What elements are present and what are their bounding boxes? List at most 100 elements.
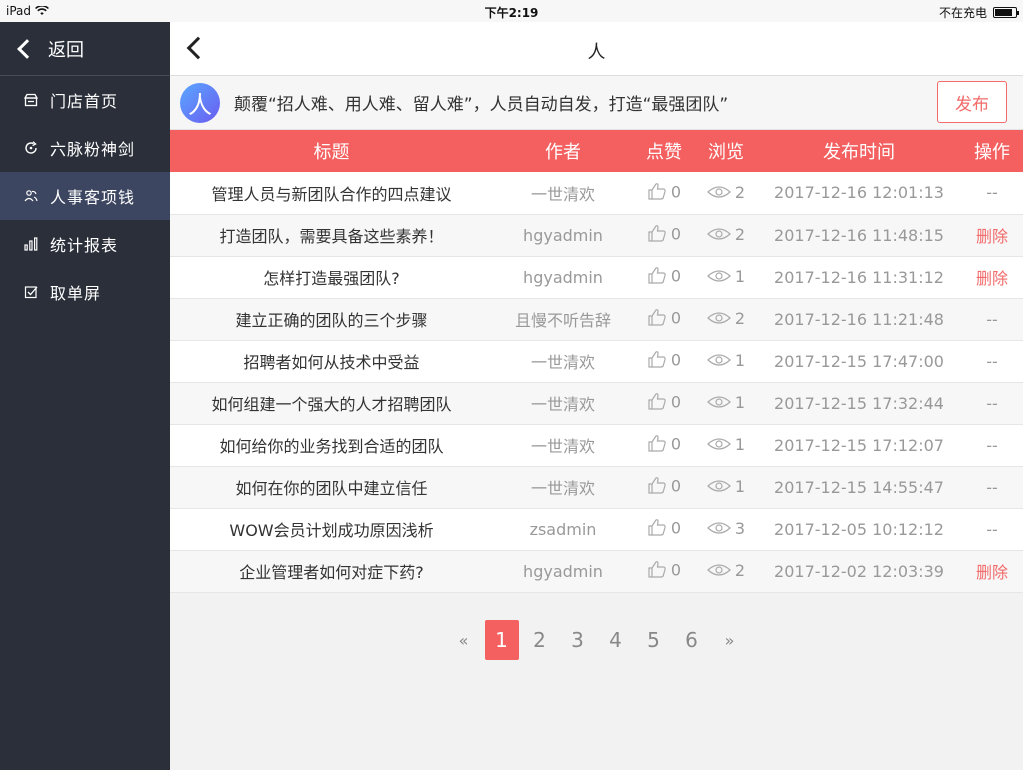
charging-status: 不在充电 xyxy=(938,6,987,20)
view-count: 1 xyxy=(734,393,746,412)
row-likes[interactable]: 0 xyxy=(633,298,695,341)
row-title[interactable]: 如何给你的业务找到合适的团队 xyxy=(170,424,493,467)
like-count: 0 xyxy=(670,434,682,454)
sidebar-item-hr[interactable]: 人事客项钱 xyxy=(0,172,170,220)
table-row[interactable]: 管理人员与新团队合作的四点建议 一世清欢 0 2 2017-12-16 12:01:13… xyxy=(170,172,1023,215)
row-date: 2017-12-15 14:55:47 xyxy=(757,466,961,509)
table-row[interactable]: 建立正确的团队的三个步骤 且慢不听告辞 0 2 2017-12-16 11:21:48-… xyxy=(170,298,1023,341)
row-operation[interactable]: 删除 xyxy=(961,550,1023,593)
row-date: 2017-12-15 17:47:00 xyxy=(757,340,961,383)
row-likes[interactable]: 0 xyxy=(633,256,695,299)
row-likes[interactable]: 0 xyxy=(633,508,695,551)
publish-button[interactable]: 发布 xyxy=(937,81,1007,123)
view-count: 1 xyxy=(734,435,746,454)
row-title[interactable]: 管理人员与新团队合作的四点建议 xyxy=(170,172,493,215)
row-views: 2 xyxy=(695,298,757,341)
table-row[interactable]: 招聘者如何从技术中受益 一世清欢 0 1 2017-12-15 17:47:00 -- xyxy=(170,340,1023,383)
like-count: 0 xyxy=(670,350,682,370)
row-likes[interactable]: 0 xyxy=(633,466,695,509)
row-operation: -- xyxy=(961,382,1023,425)
pager-prev[interactable]: « xyxy=(445,620,483,660)
row-likes[interactable]: 0 xyxy=(633,340,695,383)
table-row[interactable]: 企业管理者如何对症下药? hgyadmin 0 2 2017-12-02 12:03:3… xyxy=(170,550,1023,593)
row-title[interactable]: 如何组建一个强大的人才招聘团队 xyxy=(170,382,493,425)
row-likes[interactable]: 0 xyxy=(633,550,695,593)
row-date: 2017-12-16 11:31:12 xyxy=(757,256,961,299)
table-row[interactable]: WOW会员计划成功原因浅析 zsadmin 0 3 2017-12-05 10:12:1… xyxy=(170,508,1023,551)
row-author: 一世清欢 xyxy=(493,382,633,425)
status-time: 下午2:19 xyxy=(484,6,539,20)
row-views: 1 xyxy=(695,340,757,383)
eye-icon xyxy=(707,436,731,455)
banner-text: 颠覆“招人难、用人难、留人难”，人员自动自发，打造“最强团队” xyxy=(234,95,729,115)
like-count: 0 xyxy=(670,518,682,538)
thumbs-up-icon xyxy=(647,392,667,414)
table-row[interactable]: 怎样打造最强团队? hgyadmin 0 1 2017-12-16 11:31:12 删除 xyxy=(170,256,1023,299)
sidebar-item-store-home[interactable]: 门店首页 xyxy=(0,76,170,124)
row-likes[interactable]: 0 xyxy=(633,382,695,425)
pager-page-5[interactable]: 5 xyxy=(635,620,673,660)
row-title[interactable]: 建立正确的团队的三个步骤 xyxy=(170,298,493,341)
eye-icon xyxy=(707,520,731,539)
row-operation[interactable]: 删除 xyxy=(961,214,1023,257)
row-title[interactable]: 如何在你的团队中建立信任 xyxy=(170,466,493,509)
view-count: 2 xyxy=(734,309,746,328)
row-date: 2017-12-16 11:48:15 xyxy=(757,214,961,257)
page-title: 人 xyxy=(587,42,606,63)
row-operation: -- xyxy=(961,466,1023,509)
table-row[interactable]: 打造团队，需要具备这些素养！ hgyadmin 0 2 2017-12-16 11:48… xyxy=(170,214,1023,257)
store-icon xyxy=(24,93,38,107)
row-author: hgyadmin xyxy=(493,550,633,593)
sidebar-item-order-screen[interactable]: 取单屏 xyxy=(0,268,170,316)
row-author: 一世清欢 xyxy=(493,466,633,509)
row-views: 1 xyxy=(695,466,757,509)
row-likes[interactable]: 0 xyxy=(633,424,695,467)
eye-icon xyxy=(707,478,731,497)
row-author: hgyadmin xyxy=(493,256,633,299)
row-operation: -- xyxy=(961,424,1023,467)
like-count: 0 xyxy=(670,476,682,496)
thumbs-up-icon xyxy=(647,224,667,246)
row-title[interactable]: 企业管理者如何对症下药? xyxy=(170,550,493,593)
row-likes[interactable]: 0 xyxy=(633,172,695,215)
refresh-icon xyxy=(24,141,38,155)
sidebar-item-sword[interactable]: 六脉粉神剑 xyxy=(0,124,170,172)
view-count: 1 xyxy=(734,267,746,286)
pager-page-2[interactable]: 2 xyxy=(521,620,559,660)
row-views: 1 xyxy=(695,382,757,425)
header-author: 作者 xyxy=(493,130,633,172)
view-count: 1 xyxy=(734,477,746,496)
chevron-left-icon xyxy=(17,38,37,59)
table-header-row: 标题 作者 点赞 浏览 发布时间 操作 xyxy=(170,130,1023,172)
row-date: 2017-12-16 11:21:48 xyxy=(757,298,961,341)
row-operation[interactable]: 删除 xyxy=(961,256,1023,299)
pager-page-3[interactable]: 3 xyxy=(559,620,597,660)
bar-chart-icon xyxy=(24,237,38,251)
row-views: 1 xyxy=(695,424,757,467)
row-author: 一世清欢 xyxy=(493,340,633,383)
eye-icon xyxy=(707,394,731,413)
main-content: 人 人 颠覆“招人难、用人难、留人难”，人员自动自发，打造“最强团队” 发布 标… xyxy=(170,22,1023,770)
pager-page-6[interactable]: 6 xyxy=(673,620,711,660)
row-title[interactable]: 打造团队，需要具备这些素养！ xyxy=(170,214,493,257)
row-author: 一世清欢 xyxy=(493,172,633,215)
pager-next[interactable]: » xyxy=(711,620,749,660)
table-row[interactable]: 如何给你的业务找到合适的团队 一世清欢 0 1 2017-12-15 17:12:07-… xyxy=(170,424,1023,467)
row-date: 2017-12-16 12:01:13 xyxy=(757,172,961,215)
row-likes[interactable]: 0 xyxy=(633,214,695,257)
row-views: 1 xyxy=(695,256,757,299)
sidebar-item-label: 取单屏 xyxy=(50,284,102,303)
thumbs-up-icon xyxy=(647,434,667,456)
row-title[interactable]: 招聘者如何从技术中受益 xyxy=(170,340,493,383)
table-row[interactable]: 如何在你的团队中建立信任 一世清欢 0 1 2017-12-15 14:55:47 -- xyxy=(170,466,1023,509)
table-row[interactable]: 如何组建一个强大的人才招聘团队 一世清欢 0 1 2017-12-15 17:32:44… xyxy=(170,382,1023,425)
sidebar-back-label: 返回 xyxy=(48,39,84,61)
sidebar-item-reports[interactable]: 统计报表 xyxy=(0,220,170,268)
row-title[interactable]: 怎样打造最强团队? xyxy=(170,256,493,299)
pagination: « 1 2 3 4 5 6 » xyxy=(170,620,1023,660)
sidebar-back-button[interactable]: 返回 xyxy=(0,22,170,76)
row-title[interactable]: WOW会员计划成功原因浅析 xyxy=(170,508,493,551)
pager-page-1[interactable]: 1 xyxy=(484,620,519,660)
sidebar-item-label: 门店首页 xyxy=(50,92,119,111)
pager-page-4[interactable]: 4 xyxy=(597,620,635,660)
